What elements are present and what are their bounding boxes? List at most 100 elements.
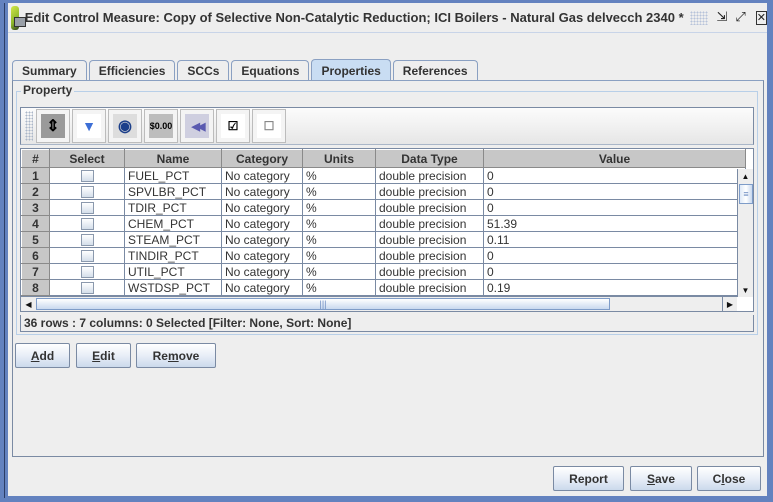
select-checkbox[interactable] [80,282,94,295]
row-number[interactable]: 6 [21,247,50,264]
close-icon[interactable]: ✕ [755,10,767,25]
select-cell[interactable] [49,183,125,200]
data-type-cell[interactable]: double precision [375,167,484,184]
select-cell[interactable] [49,279,125,296]
units-cell[interactable]: % [302,263,376,280]
category-cell[interactable]: No category [221,183,303,200]
category-cell[interactable]: No category [221,199,303,216]
units-cell[interactable]: % [302,199,376,216]
horizontal-scrollbar[interactable]: ◀ ||| ▶ [21,296,737,311]
select-cell[interactable] [49,263,125,280]
table-row[interactable]: 8 WSTDSP_PCT No category% double precision 0… [21,279,746,296]
name-cell[interactable]: CHEM_PCT [124,215,222,232]
column-header-value[interactable]: Value [483,149,746,168]
view-button[interactable]: ◉ [108,109,142,143]
select-checkbox[interactable] [80,186,94,199]
table-row[interactable]: 4 CHEM_PCT No category% double precision 51.… [21,215,746,232]
name-cell[interactable]: FUEL_PCT [124,167,222,184]
filter-button[interactable]: ▼ [72,109,106,143]
data-type-cell[interactable]: double precision [375,199,484,216]
title-bar[interactable]: Edit Control Measure: Copy of Selective … [8,3,767,33]
category-cell[interactable]: No category [221,279,303,296]
edit-button[interactable]: Edit [76,343,131,368]
sort-columns-button[interactable]: ⇕ [36,109,70,143]
clear-selection-button[interactable]: ☐ [252,109,286,143]
scroll-down-icon[interactable]: ▼ [738,283,753,297]
select-cell[interactable] [49,247,125,264]
vertical-scrollbar[interactable]: ▲ ≡ ▼ [737,169,753,297]
data-type-cell[interactable]: double precision [375,247,484,264]
column-header-category[interactable]: Category [221,149,303,168]
tab-properties[interactable]: Properties [311,59,391,81]
data-type-cell[interactable]: double precision [375,263,484,280]
name-cell[interactable]: TDIR_PCT [124,199,222,216]
column-header-select[interactable]: Select [49,149,125,168]
category-cell[interactable]: No category [221,215,303,232]
units-cell[interactable]: % [302,215,376,232]
data-type-cell[interactable]: double precision [375,231,484,248]
select-checkbox[interactable] [80,202,94,215]
table-row[interactable]: 7 UTIL_PCT No category% double precision 0 [21,263,746,280]
toolbar-grip[interactable] [25,111,33,141]
column-header-name[interactable]: Name [124,149,222,168]
remove-button[interactable]: Re m ove [136,343,216,368]
select-checkbox[interactable] [80,234,94,247]
column-header-data-type[interactable]: Data Type [375,149,484,168]
column-header-units[interactable]: Units [302,149,376,168]
table-row[interactable]: 5 STEAM_PCT No category% double precision 0.… [21,231,746,248]
report-button[interactable]: Report [553,466,624,491]
value-cell[interactable]: 0 [483,263,746,280]
data-type-cell[interactable]: double precision [375,279,484,296]
units-cell[interactable]: % [302,231,376,248]
maximize-icon[interactable]: ⤢ [735,10,745,26]
select-checkbox[interactable] [80,250,94,263]
value-cell[interactable]: 0 [483,183,746,200]
row-number[interactable]: 5 [21,231,50,248]
select-all-button[interactable]: ☑ [216,109,250,143]
row-number[interactable]: 4 [21,215,50,232]
value-cell[interactable]: 0.11 [483,231,746,248]
category-cell[interactable]: No category [221,231,303,248]
select-checkbox[interactable] [80,170,94,183]
units-cell[interactable]: % [302,279,376,296]
select-cell[interactable] [49,199,125,216]
add-button[interactable]: Add [15,343,70,368]
format-button[interactable]: $0.00 [144,109,178,143]
reset-button[interactable]: ◀◀ [180,109,214,143]
name-cell[interactable]: UTIL_PCT [124,263,222,280]
category-cell[interactable]: No category [221,247,303,264]
scroll-right-icon[interactable]: ▶ [722,297,737,311]
value-cell[interactable]: 51.39 [483,215,746,232]
table-row[interactable]: 2 SPVLBR_PCT No category% double precision 0 [21,183,746,200]
select-checkbox[interactable] [80,218,94,231]
scroll-left-icon[interactable]: ◀ [21,297,36,311]
row-number[interactable]: 7 [21,263,50,280]
category-cell[interactable]: No category [221,263,303,280]
scroll-up-icon[interactable]: ▲ [738,169,753,183]
tab-equations[interactable]: Equations [231,60,310,81]
category-cell[interactable]: No category [221,167,303,184]
select-checkbox[interactable] [80,266,94,279]
close-button[interactable]: Cl ose [697,466,761,491]
name-cell[interactable]: WSTDSP_PCT [124,279,222,296]
select-cell[interactable] [49,231,125,248]
value-cell[interactable]: 0 [483,247,746,264]
tab-summary[interactable]: Summary [12,60,87,81]
data-type-cell[interactable]: double precision [375,183,484,200]
name-cell[interactable]: STEAM_PCT [124,231,222,248]
units-cell[interactable]: % [302,247,376,264]
tab-efficiencies[interactable]: Efficiencies [88,60,176,81]
value-cell[interactable]: 0.19 [483,279,746,296]
row-number[interactable]: 8 [21,279,50,296]
value-cell[interactable]: 0 [483,167,746,184]
tab-references[interactable]: References [392,60,478,81]
units-cell[interactable]: % [302,167,376,184]
tab-sccs[interactable]: SCCs [177,60,230,81]
save-button[interactable]: Save [630,466,692,491]
row-number[interactable]: 3 [21,199,50,216]
row-number[interactable]: 2 [21,183,50,200]
minimize-icon[interactable]: ⇲ [716,10,727,26]
name-cell[interactable]: TINDIR_PCT [124,247,222,264]
row-number[interactable]: 1 [21,167,50,184]
value-cell[interactable]: 0 [483,199,746,216]
